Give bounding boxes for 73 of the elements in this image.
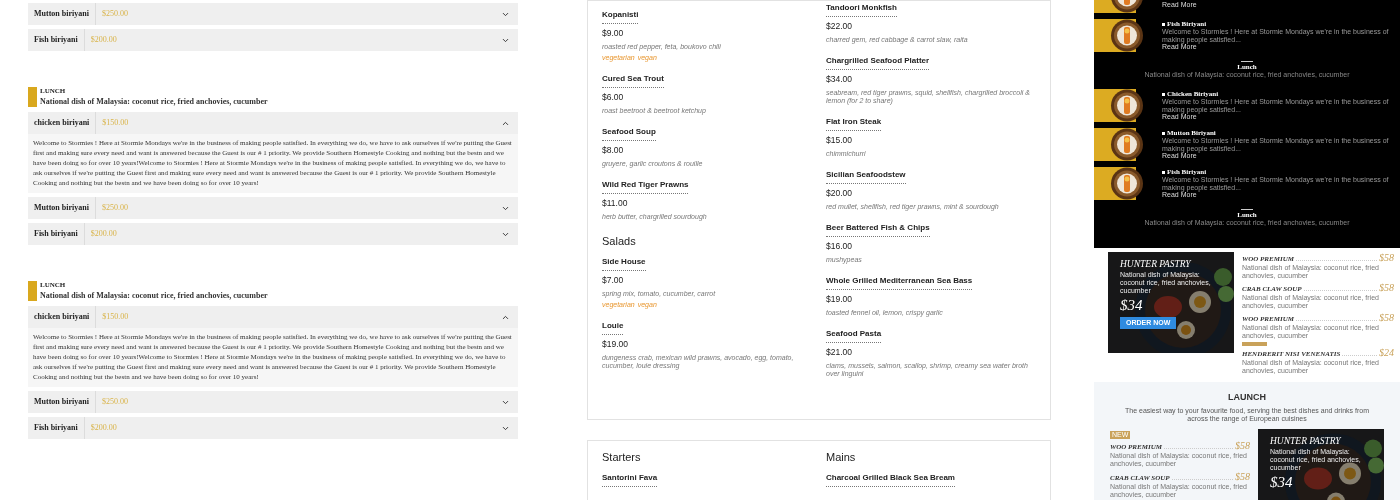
dish-price: $250.00	[100, 8, 128, 20]
item-price: $24	[1379, 347, 1394, 358]
dish-price: $250.00	[100, 396, 128, 408]
bullet-icon	[1162, 131, 1165, 135]
item-name: Seafood Soup	[602, 127, 656, 141]
accordion-header[interactable]: Fish biriyani $200.00	[28, 29, 518, 51]
item-price: $19.00	[602, 339, 629, 350]
item-price: $58	[1235, 471, 1250, 482]
item-price: $6.00	[602, 92, 625, 103]
item-name: Beer Battered Fish & Chips	[826, 223, 930, 237]
dish-name: Mutton biriyani	[28, 391, 96, 413]
accent-bar	[28, 87, 37, 107]
dish-name: Mutton biriyani	[28, 3, 96, 25]
accordion-header[interactable]: Mutton biriyani $250.00	[28, 197, 518, 219]
dish-price: $150.00	[101, 311, 129, 323]
item-price: $22.00	[826, 21, 853, 32]
item-name: Side House	[602, 257, 646, 271]
item-price: $11.00	[602, 198, 629, 209]
dish-price: $250.00	[100, 202, 128, 214]
dish-price: $200.00	[89, 34, 117, 46]
item-price: $58	[1379, 312, 1394, 323]
accordion-header[interactable]: Mutton biriyani $250.00	[28, 391, 518, 413]
bullet-icon	[1162, 170, 1165, 174]
launch-title: LAUNCH	[1228, 392, 1266, 403]
bullet-icon	[1162, 22, 1165, 26]
category-heading: Salads	[602, 235, 637, 248]
item-price: $58	[1379, 282, 1394, 293]
category-heading: Mains	[826, 451, 857, 464]
item-name: Chargrilled Seafood Platter	[826, 56, 930, 70]
accent-bar	[28, 281, 37, 301]
item-price: $34.00	[826, 74, 853, 85]
section-subtitle: National dish of Malaysia: coconut rice, fried anchovies, cucumber	[40, 96, 268, 107]
item-name: Flat Iron Steak	[826, 117, 882, 131]
accordion-header[interactable]: Fish biriyani $200.00	[28, 417, 518, 439]
item-price: $19.00	[826, 294, 853, 305]
item-name: Cured Sea Trout	[602, 74, 664, 88]
item-price: $21.00	[826, 347, 853, 358]
item-price: $15.00	[826, 135, 853, 146]
feature-title: HUNTER PASTRY	[1120, 258, 1192, 270]
feature-price: $34	[1270, 474, 1294, 491]
accordion-header[interactable]: chicken biriyani $150.00	[28, 112, 518, 134]
item-price: $58	[1379, 252, 1394, 263]
tag-badge	[1242, 342, 1267, 346]
item-name: Tandoori Monkfish	[826, 3, 897, 17]
item-name: Charcoal Grilled Black Sea Bream	[826, 473, 955, 487]
accordion-header[interactable]: chicken biriyani $150.00	[28, 306, 518, 328]
item-name: Kopanisti	[602, 10, 639, 24]
item-name: Wild Red Tiger Prawns	[602, 180, 689, 194]
category-heading: Starters	[602, 451, 642, 464]
accordion-header[interactable]: Fish biriyani $200.00	[28, 223, 518, 245]
accordion-header[interactable]: Mutton biriyani $250.00	[28, 3, 518, 25]
bullet-icon	[1162, 92, 1165, 96]
item-name: Seafood Pasta	[826, 329, 882, 343]
item-price: $8.00	[602, 145, 625, 156]
section-subtitle: National dish of Malaysia: coconut rice, fried anchovies, cucumber	[40, 290, 268, 301]
feature-title: HUNTER PASTRY	[1270, 435, 1342, 447]
item-name: Santorini Fava	[602, 473, 658, 487]
dish-name: Fish biriyani	[28, 223, 85, 245]
dish-price: $200.00	[89, 422, 117, 434]
feature-price: $34	[1120, 297, 1144, 314]
dish-name: Mutton biriyani	[28, 197, 96, 219]
item-price: $7.00	[602, 275, 625, 286]
item-price: $16.00	[826, 241, 853, 252]
item-price: $20.00	[826, 188, 853, 199]
item-name: Sicilian Seafoodstew	[826, 170, 906, 184]
item-price: $58	[1235, 440, 1250, 451]
dish-price: $200.00	[89, 228, 117, 240]
dish-price: $150.00	[101, 117, 129, 129]
dish-name: Fish biriyani	[28, 417, 85, 439]
item-name: Whole Grilled Mediterranean Sea Bass	[826, 276, 973, 290]
item-price: $9.00	[602, 28, 625, 39]
dish-name: Fish biriyani	[28, 29, 85, 51]
item-name: Louie	[602, 321, 624, 335]
